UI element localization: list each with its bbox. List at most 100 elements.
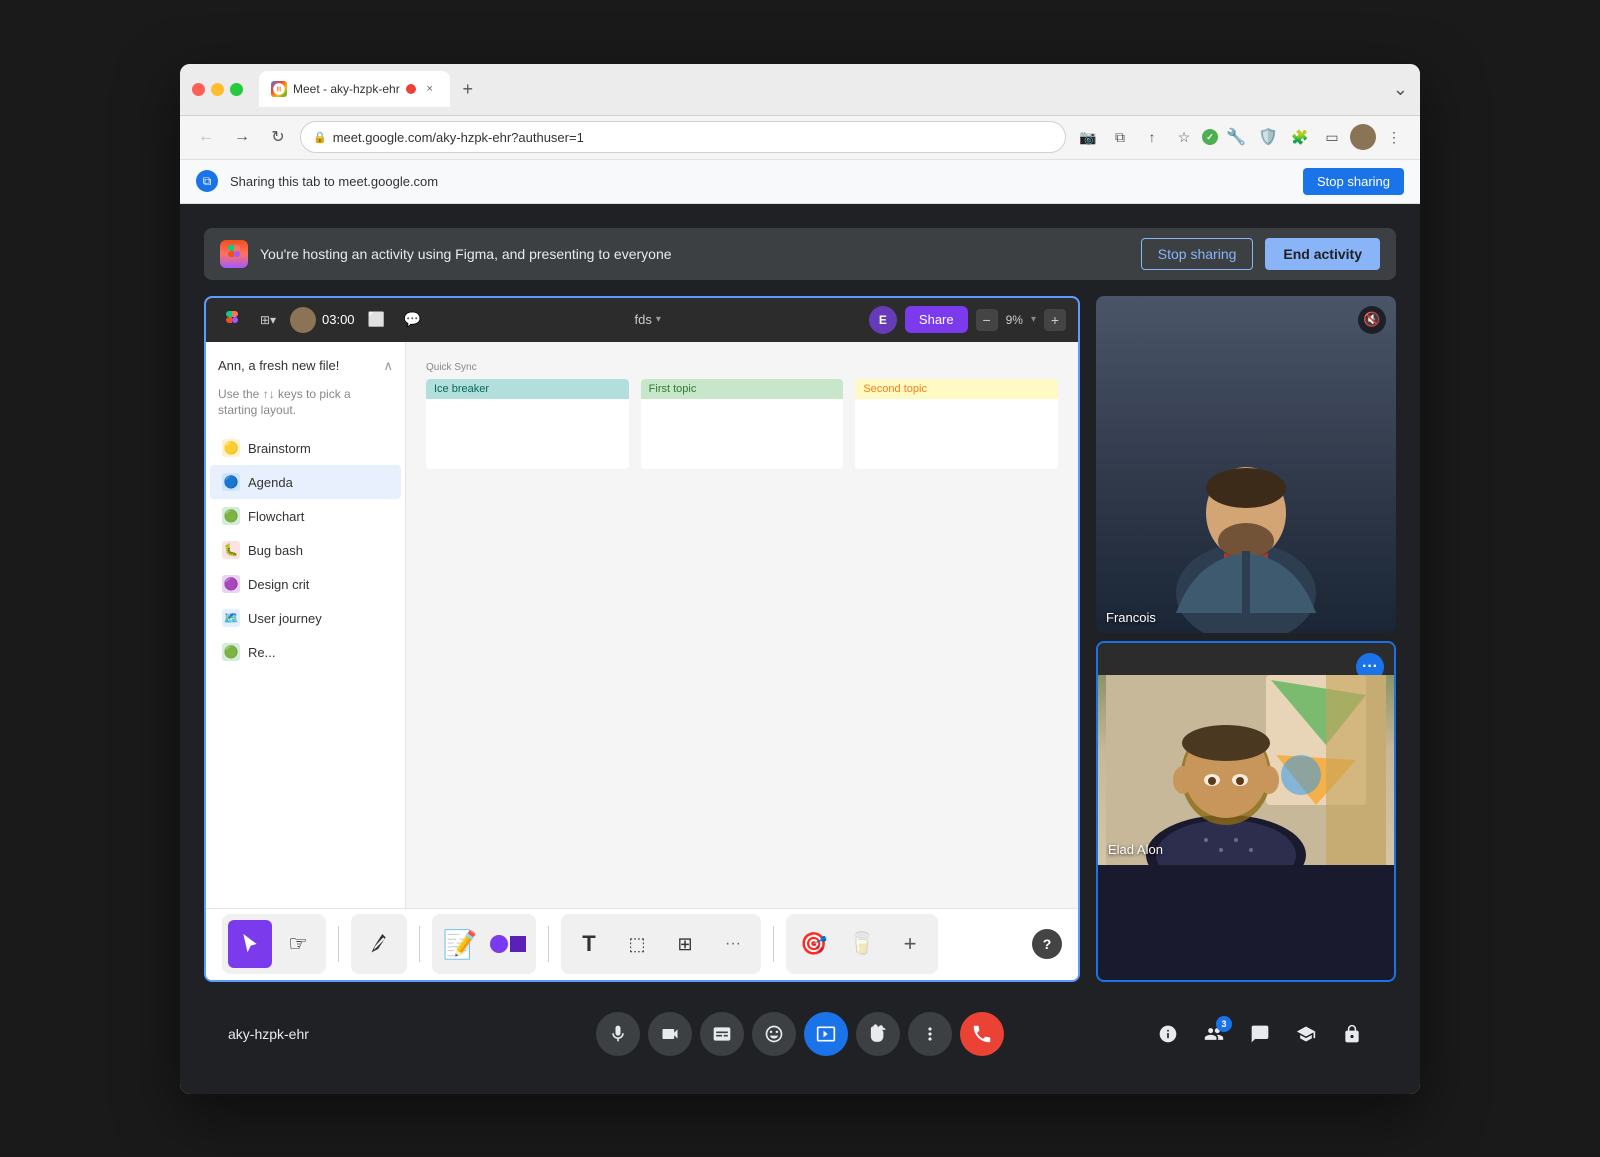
bottom-bar: aky-hzpk-ehr bbox=[204, 998, 1396, 1070]
tab-close-button[interactable]: × bbox=[422, 81, 438, 97]
chrome-menu-button[interactable]: ⌄ bbox=[1393, 79, 1408, 100]
open-tab-icon[interactable]: ⧉ bbox=[1106, 123, 1134, 151]
draw-tools-group bbox=[351, 914, 407, 974]
info-button[interactable] bbox=[1148, 1014, 1188, 1054]
zoom-level: 9% bbox=[1006, 313, 1023, 327]
chat-button[interactable] bbox=[1240, 1014, 1280, 1054]
sidebar-item-agenda[interactable]: 🔵 Agenda bbox=[210, 465, 401, 499]
figjam-asset-1[interactable]: 🎯 bbox=[792, 920, 836, 968]
timer-avatar bbox=[290, 307, 316, 333]
video-tile-francois: Francois 🔇 bbox=[1096, 296, 1396, 633]
figjam-asset-2[interactable]: 🥛 bbox=[840, 920, 884, 968]
activity-text: You're hosting an activity using Figma, … bbox=[260, 246, 1129, 262]
zoom-plus-button[interactable]: + bbox=[1044, 309, 1066, 331]
shapes-tool[interactable] bbox=[486, 920, 530, 968]
sidebar-item-brainstorm[interactable]: 🟡 Brainstorm bbox=[210, 431, 401, 465]
end-activity-button[interactable]: End activity bbox=[1265, 238, 1380, 270]
activities-button[interactable] bbox=[1286, 1014, 1326, 1054]
zoom-minus-button[interactable]: − bbox=[976, 309, 998, 331]
profile-avatar[interactable] bbox=[1350, 124, 1376, 150]
url-text: meet.google.com/aky-hzpk-ehr?authuser=1 bbox=[333, 130, 584, 145]
figma-share-button[interactable]: Share bbox=[905, 306, 968, 333]
sidebar-title: Ann, a fresh new file! bbox=[218, 358, 339, 373]
end-call-button[interactable] bbox=[960, 1012, 1004, 1056]
stop-sharing-button[interactable]: Stop sharing bbox=[1141, 238, 1254, 270]
toolbar-divider-3 bbox=[548, 926, 549, 962]
sidebar-item-userjourney[interactable]: 🗺️ User journey bbox=[210, 601, 401, 635]
figma-main[interactable]: Quick Sync Ice breaker First topic Secon… bbox=[406, 342, 1078, 908]
address-bar[interactable]: 🔒 meet.google.com/aky-hzpk-ehr?authuser=… bbox=[300, 121, 1066, 153]
figma-toolbar: ⊞▾ 03:00 ⬜ 💬 fds ▾ E Share − bbox=[206, 298, 1078, 342]
bookmark-icon[interactable]: ☆ bbox=[1170, 123, 1198, 151]
figma-layout-tool[interactable]: ⬜ bbox=[363, 306, 391, 334]
more-tools[interactable]: ··· bbox=[711, 920, 755, 968]
extension-icon-2[interactable]: 🛡️ bbox=[1254, 123, 1282, 151]
lock-button[interactable] bbox=[1332, 1014, 1372, 1054]
browser-stop-sharing-button[interactable]: Stop sharing bbox=[1303, 168, 1404, 195]
close-button[interactable] bbox=[192, 83, 205, 96]
add-asset-tool[interactable]: + bbox=[888, 920, 932, 968]
more-options-button[interactable] bbox=[908, 1012, 952, 1056]
sidebar-item-flowchart[interactable]: 🟢 Flowchart bbox=[210, 499, 401, 533]
designcrit-label: Design crit bbox=[248, 577, 309, 592]
sidebar-header: Ann, a fresh new file! ∧ bbox=[206, 350, 405, 382]
back-button[interactable]: ← bbox=[192, 123, 220, 151]
forward-button[interactable]: → bbox=[228, 123, 256, 151]
minimize-button[interactable] bbox=[211, 83, 224, 96]
extension-icon-1[interactable]: 🔧 bbox=[1222, 123, 1250, 151]
video-panel: Francois 🔇 ··· bbox=[1096, 296, 1396, 982]
captions-button[interactable] bbox=[700, 1012, 744, 1056]
participant-name-francois: Francois bbox=[1106, 610, 1156, 625]
main-content: You're hosting an activity using Figma, … bbox=[180, 204, 1420, 1094]
flowchart-icon: 🟢 bbox=[222, 507, 240, 525]
lock-icon: 🔒 bbox=[313, 131, 327, 144]
user-avatar: E bbox=[869, 306, 897, 334]
sidebar-item-bugbash[interactable]: 🐛 Bug bash bbox=[210, 533, 401, 567]
emoji-button[interactable] bbox=[752, 1012, 796, 1056]
figma-chat-tool[interactable]: 💬 bbox=[399, 306, 427, 334]
retro-label: Re... bbox=[248, 645, 275, 660]
maximize-button[interactable] bbox=[230, 83, 243, 96]
puzzle-icon[interactable]: 🧩 bbox=[1286, 123, 1314, 151]
sidebar-item-designcrit[interactable]: 🟣 Design crit bbox=[210, 567, 401, 601]
elad-video: Elad Alon bbox=[1098, 675, 1394, 865]
camera-button[interactable] bbox=[648, 1012, 692, 1056]
sidebar-icon[interactable]: ▭ bbox=[1318, 123, 1346, 151]
chrome-more-icon[interactable]: ⋮ bbox=[1380, 123, 1408, 151]
canvas-column-1: Ice breaker bbox=[426, 379, 629, 469]
sidebar-close-icon[interactable]: ∧ bbox=[383, 358, 393, 374]
canvas-column-3: Second topic bbox=[855, 379, 1058, 469]
text-tool[interactable]: T bbox=[567, 920, 611, 968]
hand-tool[interactable]: ☞ bbox=[276, 920, 320, 968]
pen-tool[interactable] bbox=[357, 920, 401, 968]
present-button[interactable] bbox=[804, 1012, 848, 1056]
raise-hand-button[interactable] bbox=[856, 1012, 900, 1056]
sharing-screen-icon: ⧉ bbox=[196, 170, 218, 192]
sidebar-item-retro[interactable]: 🟢 Re... bbox=[210, 635, 401, 669]
share-icon[interactable]: ↑ bbox=[1138, 123, 1166, 151]
column-header-first: First topic bbox=[641, 379, 844, 399]
figma-logo[interactable] bbox=[218, 306, 246, 334]
active-tab[interactable]: Meet - aky-hzpk-ehr × bbox=[259, 71, 450, 107]
cast-icon[interactable]: 📷 bbox=[1074, 123, 1102, 151]
figma-grid-tool[interactable]: ⊞▾ bbox=[254, 306, 282, 334]
select-tool[interactable] bbox=[228, 920, 272, 968]
new-tab-button[interactable]: + bbox=[454, 75, 482, 103]
reload-button[interactable]: ↻ bbox=[264, 123, 292, 151]
toolbar-divider-1 bbox=[338, 926, 339, 962]
agenda-icon: 🔵 bbox=[222, 473, 240, 491]
designcrit-icon: 🟣 bbox=[222, 575, 240, 593]
table-tool[interactable]: ⊞ bbox=[663, 920, 707, 968]
asset-tools-group: 🎯 🥛 + bbox=[786, 914, 938, 974]
nav-icons: 📷 ⧉ ↑ ☆ ✓ 🔧 🛡️ 🧩 ▭ ⋮ bbox=[1074, 123, 1408, 151]
figma-title[interactable]: fds ▾ bbox=[435, 312, 861, 327]
title-chevron-icon: ▾ bbox=[656, 314, 661, 325]
help-button[interactable]: ? bbox=[1032, 929, 1062, 959]
frame-tool[interactable]: ⬚ bbox=[615, 920, 659, 968]
people-button[interactable]: 3 bbox=[1194, 1014, 1234, 1054]
microphone-button[interactable] bbox=[596, 1012, 640, 1056]
retro-icon: 🟢 bbox=[222, 643, 240, 661]
figma-bottom-toolbar: ☞ 📝 bbox=[206, 908, 1078, 980]
sticky-note-tool[interactable]: 📝 bbox=[438, 920, 482, 968]
tab-favicon bbox=[271, 81, 287, 97]
